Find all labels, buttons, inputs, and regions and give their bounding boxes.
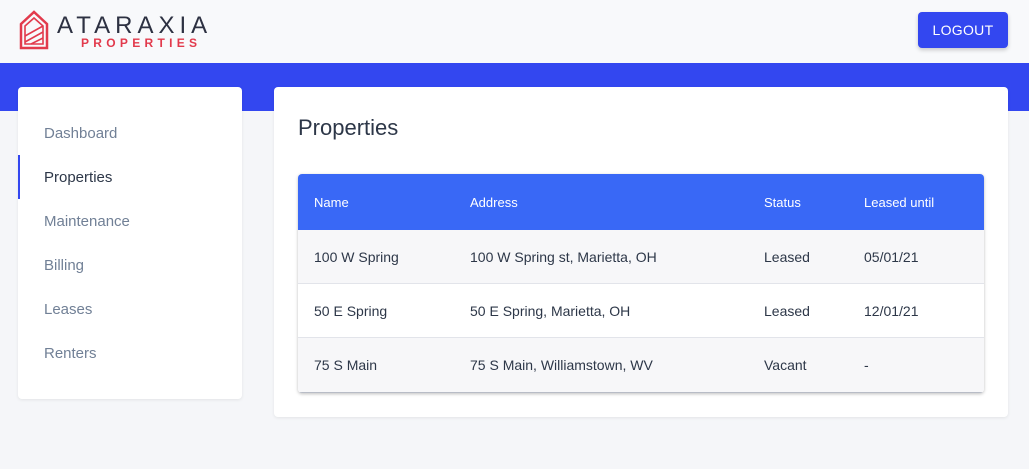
cell-status: Vacant [764,357,807,373]
column-header-status[interactable]: Status [764,174,801,230]
house-logo-icon [19,10,49,50]
cell-leased-until: 12/01/21 [864,302,919,319]
cell-status: Leased [764,248,810,265]
sidebar-item-properties[interactable]: Properties [18,155,242,199]
cell-leased-until: - [864,357,869,373]
column-header-name[interactable]: Name [314,174,349,230]
brand-logo[interactable]: ATARAXIA PROPERTIES [19,10,229,52]
cell-status: Leased [764,302,810,319]
cell-address: 75 S Main, Williamstown, WV [470,357,653,373]
brand-tagline: PROPERTIES [81,36,202,50]
table-row[interactable]: 50 E Spring 50 E Spring, Marietta, OH Le… [298,284,984,338]
column-header-address[interactable]: Address [470,174,518,230]
cell-name: 75 S Main [314,357,378,373]
cell-leased-until: 05/01/21 [864,248,919,265]
cell-name: 100 W Spring [314,248,399,265]
top-bar: ATARAXIA PROPERTIES LOGOUT [0,0,1029,63]
sidebar-item-leases[interactable]: Leases [18,287,242,331]
properties-table: Name Address Status Leased until 100 W S… [298,174,984,393]
cell-address: 50 E Spring, Marietta, OH [470,302,631,319]
properties-card: Properties Name Address Status Leased un… [274,87,1008,417]
sidebar-item-renters[interactable]: Renters [18,331,242,375]
table-header: Name Address Status Leased until [298,174,984,230]
table-row[interactable]: 100 W Spring 100 W Spring st, Marietta, … [298,230,984,284]
sidebar: Dashboard Properties Maintenance Billing… [18,87,242,399]
logout-button[interactable]: LOGOUT [918,12,1008,48]
table-row[interactable]: 75 S Main 75 S Main, Williamstown, WV Va… [298,338,984,393]
sidebar-item-maintenance[interactable]: Maintenance [18,199,242,243]
cell-address: 100 W Spring st, Marietta, OH [470,248,657,265]
column-header-leased-until[interactable]: Leased until [864,174,934,230]
sidebar-item-billing[interactable]: Billing [18,243,242,287]
sidebar-item-dashboard[interactable]: Dashboard [18,111,242,155]
page-title: Properties [298,115,399,140]
cell-name: 50 E Spring [314,302,388,319]
